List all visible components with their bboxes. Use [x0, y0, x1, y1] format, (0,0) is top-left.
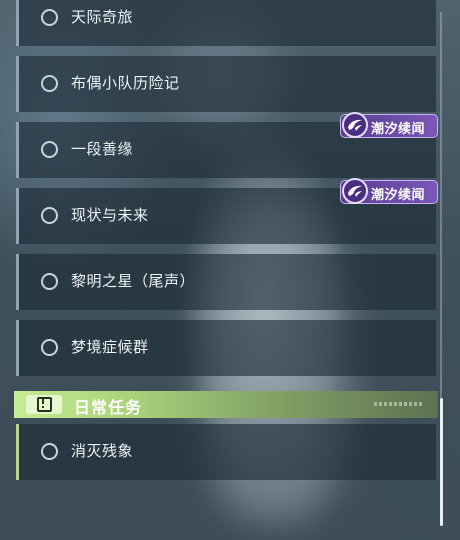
quest-label: 布偶小队历险记 [71, 74, 180, 92]
status-circle-icon [41, 141, 58, 158]
quest-item-5[interactable]: 黎明之星（尾声） [16, 254, 436, 310]
quest-label: 消灭残象 [71, 442, 134, 460]
event-tag-label: 潮汐续闻 [371, 122, 426, 137]
quest-label: 一段善缘 [71, 140, 134, 158]
decorative-stripes [374, 402, 424, 406]
scrollbar-track[interactable] [439, 12, 443, 526]
quest-item-2[interactable]: 布偶小队历险记 [16, 56, 436, 112]
scrollbar-thumb[interactable] [439, 398, 443, 526]
status-circle-icon [41, 339, 58, 356]
event-tag-2: 潮汐续闻 [340, 178, 438, 204]
quest-label: 梦境症候群 [71, 338, 149, 356]
event-tag-1: 潮汐续闻 [340, 112, 438, 138]
alert-icon [26, 395, 62, 414]
tide-icon [342, 178, 368, 204]
quest-label: 现状与未来 [71, 206, 149, 224]
tide-icon [342, 112, 368, 138]
quest-label: 黎明之星（尾声） [71, 272, 196, 290]
daily-quest-item-1[interactable]: 消灭残象 [16, 424, 436, 480]
event-tag-label: 潮汐续闻 [371, 188, 426, 203]
status-circle-icon [41, 75, 58, 92]
section-title: 日常任务 [74, 398, 143, 417]
status-circle-icon [41, 9, 58, 26]
quest-label: 天际奇旅 [71, 8, 134, 26]
quest-item-6[interactable]: 梦境症候群 [16, 320, 436, 376]
daily-section-header[interactable]: 日常任务 [14, 391, 438, 418]
quest-item-1[interactable]: 天际奇旅 [16, 0, 436, 46]
status-circle-icon [41, 443, 58, 460]
status-circle-icon [41, 207, 58, 224]
status-circle-icon [41, 273, 58, 290]
